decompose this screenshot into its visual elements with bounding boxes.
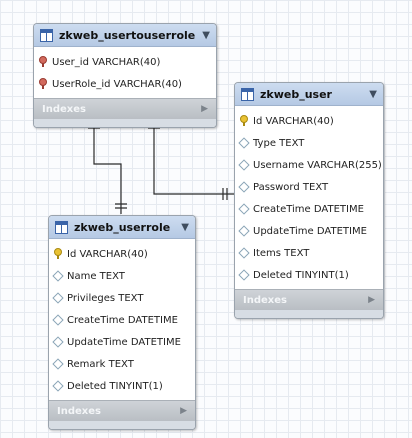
- column-row[interactable]: Deleted TINYINT(1): [49, 375, 195, 397]
- table-footer: [49, 421, 195, 429]
- table-zkweb-user[interactable]: zkweb_user ▼ Id VARCHAR(40) Type TEXT Us…: [234, 82, 384, 319]
- column-diamond-icon: [52, 380, 64, 392]
- column-row[interactable]: UpdateTime DATETIME: [49, 331, 195, 353]
- indexes-bar[interactable]: Indexes ▶: [49, 400, 195, 421]
- column-row[interactable]: UserRole_id VARCHAR(40): [34, 73, 216, 95]
- table-title: zkweb_usertouserrole: [59, 28, 196, 42]
- primary-key-icon: [239, 115, 249, 127]
- column-row[interactable]: Id VARCHAR(40): [235, 110, 383, 132]
- column-diamond-icon: [238, 181, 250, 193]
- table-zkweb-userrole[interactable]: zkweb_userrole ▼ Id VARCHAR(40) Name TEX…: [48, 215, 196, 430]
- table-icon: [241, 87, 254, 101]
- table-footer: [235, 310, 383, 318]
- column-row[interactable]: Username VARCHAR(255): [235, 154, 383, 176]
- primary-key-icon: [53, 248, 63, 260]
- column-row[interactable]: Privileges TEXT: [49, 287, 195, 309]
- relationship-line-user: [153, 118, 234, 195]
- column-diamond-icon: [52, 336, 64, 348]
- indexes-bar[interactable]: Indexes ▶: [34, 98, 216, 119]
- column-diamond-icon: [52, 314, 64, 326]
- column-diamond-icon: [238, 137, 250, 149]
- table-title: zkweb_user: [260, 87, 332, 101]
- column-row[interactable]: Deleted TINYINT(1): [235, 264, 383, 286]
- column-row[interactable]: CreateTime DATETIME: [235, 198, 383, 220]
- table-header[interactable]: zkweb_usertouserrole ▼: [34, 24, 216, 47]
- column-row[interactable]: Type TEXT: [235, 132, 383, 154]
- collapse-icon[interactable]: ▼: [202, 30, 210, 41]
- table-title: zkweb_userrole: [74, 220, 171, 234]
- column-row[interactable]: CreateTime DATETIME: [49, 309, 195, 331]
- column-diamond-icon: [52, 270, 64, 282]
- column-row[interactable]: Password TEXT: [235, 176, 383, 198]
- expand-indexes-icon[interactable]: ▶: [201, 104, 208, 114]
- column-row[interactable]: Items TEXT: [235, 242, 383, 264]
- column-diamond-icon: [238, 159, 250, 171]
- column-row[interactable]: Remark TEXT: [49, 353, 195, 375]
- indexes-bar[interactable]: Indexes ▶: [235, 289, 383, 310]
- foreign-key-icon: [38, 78, 48, 90]
- relationship-line-userrole: [93, 118, 122, 214]
- table-icon: [55, 220, 68, 234]
- column-row[interactable]: UpdateTime DATETIME: [235, 220, 383, 242]
- table-header[interactable]: zkweb_userrole ▼: [49, 216, 195, 239]
- column-row[interactable]: Name TEXT: [49, 265, 195, 287]
- collapse-icon[interactable]: ▼: [369, 89, 377, 100]
- expand-indexes-icon[interactable]: ▶: [180, 406, 187, 416]
- table-footer: [34, 119, 216, 127]
- table-zkweb-usertouserrole[interactable]: zkweb_usertouserrole ▼ User_id VARCHAR(4…: [33, 23, 217, 128]
- column-diamond-icon: [52, 292, 64, 304]
- column-diamond-icon: [238, 269, 250, 281]
- table-icon: [40, 28, 53, 42]
- collapse-icon[interactable]: ▼: [181, 222, 189, 233]
- column-row[interactable]: Id VARCHAR(40): [49, 243, 195, 265]
- column-diamond-icon: [238, 225, 250, 237]
- expand-indexes-icon[interactable]: ▶: [368, 295, 375, 305]
- foreign-key-icon: [38, 56, 48, 68]
- column-row[interactable]: User_id VARCHAR(40): [34, 51, 216, 73]
- column-diamond-icon: [52, 358, 64, 370]
- table-header[interactable]: zkweb_user ▼: [235, 83, 383, 106]
- column-diamond-icon: [238, 203, 250, 215]
- column-diamond-icon: [238, 247, 250, 259]
